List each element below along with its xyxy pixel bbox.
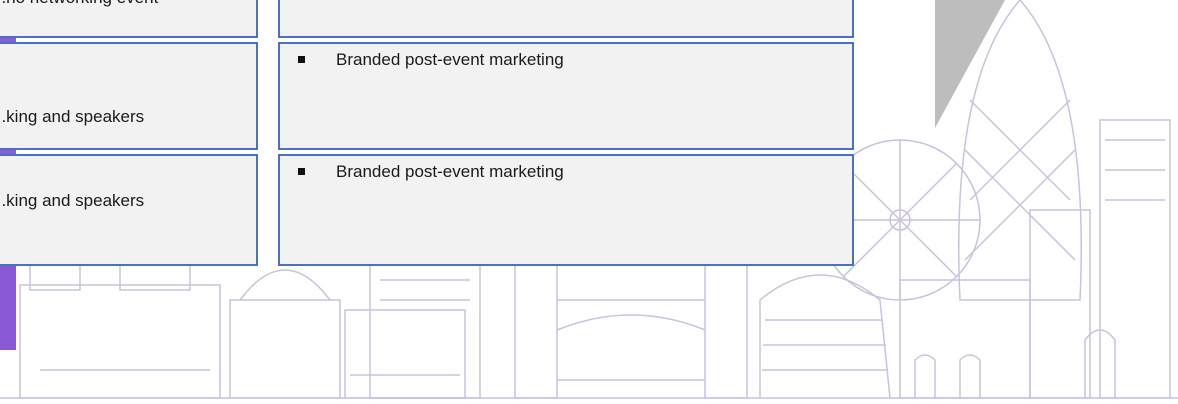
cell-text: ...king and speakers xyxy=(0,191,145,210)
table-cell-left-3: ...king and speakers xyxy=(0,154,258,266)
table-cell-left-1: ...rio networking event xyxy=(0,0,258,38)
table-cell-right-1 xyxy=(278,0,854,38)
bullet-square-icon xyxy=(298,168,305,175)
table-cell-right-3: Branded post-event marketing xyxy=(278,154,854,266)
gray-triangle-shape xyxy=(935,0,1005,128)
cell-text: Branded post-event marketing xyxy=(336,162,564,181)
table-cell-right-2: Branded post-event marketing xyxy=(278,42,854,150)
cell-text: ...king and speakers xyxy=(0,107,145,126)
bullet-square-icon xyxy=(298,56,305,63)
cell-text: ...rio networking event xyxy=(0,0,158,8)
cell-text: Branded post-event marketing xyxy=(336,50,564,69)
table-cell-left-2: ...king and speakers xyxy=(0,42,258,150)
